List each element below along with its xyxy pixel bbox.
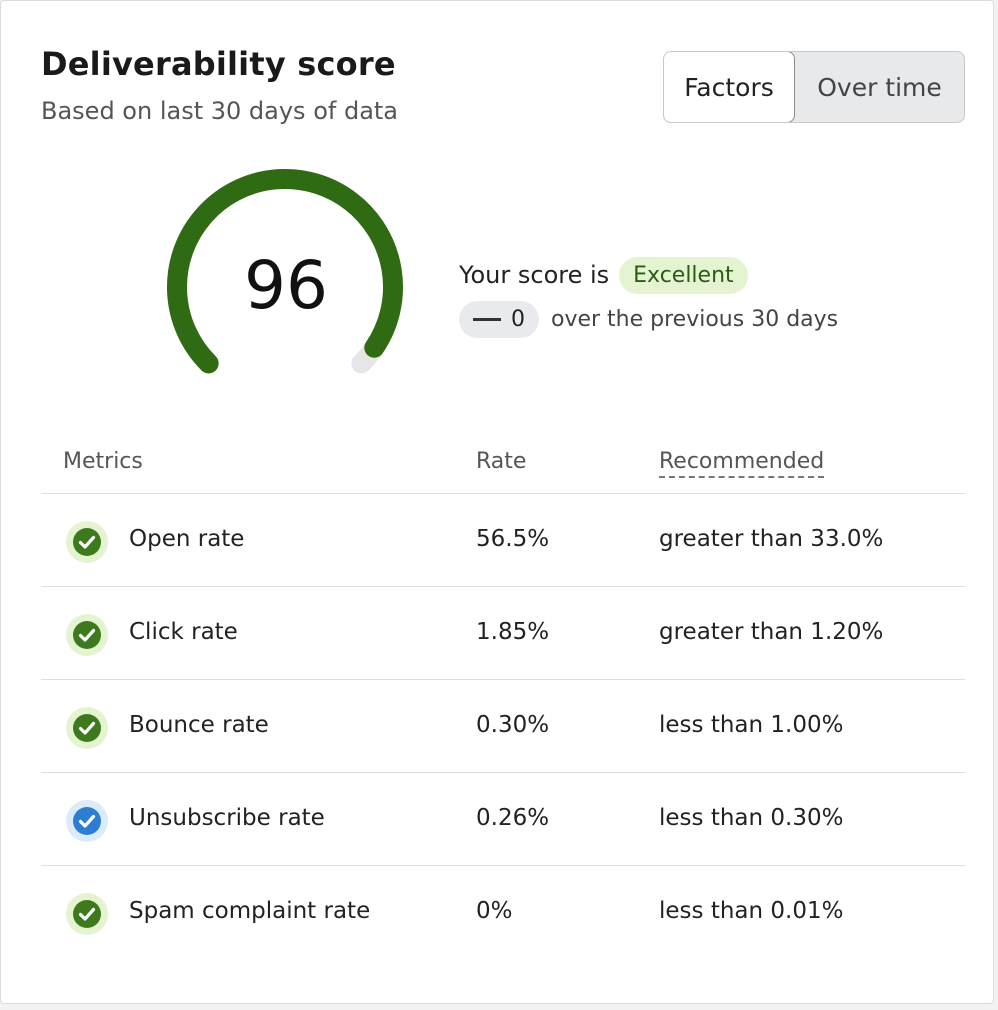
view-toggle: Factors Over time — [663, 51, 965, 123]
score-intro: Your score is — [459, 261, 610, 289]
delta-chip: 0 — [459, 300, 539, 338]
metric-recommended: less than 0.30% — [659, 805, 844, 831]
table-row: Bounce rate 0.30% less than 1.00% — [41, 680, 965, 773]
metric-recommended: greater than 1.20% — [659, 619, 884, 645]
metric-rate: 1.85% — [476, 619, 550, 645]
deliverability-card: Deliverability score Based on last 30 da… — [0, 0, 994, 1004]
metric-recommended: less than 1.00% — [659, 712, 844, 738]
metric-name: Bounce rate — [129, 712, 269, 738]
check-circle-icon — [66, 614, 108, 656]
metric-recommended: less than 0.01% — [659, 898, 844, 924]
score-value: 96 — [244, 247, 328, 324]
metric-rate: 0% — [476, 898, 513, 924]
over-time-tab[interactable]: Over time — [795, 52, 964, 122]
check-circle-icon — [66, 800, 108, 842]
rating-badge: Excellent — [619, 256, 748, 294]
metric-rate: 0.30% — [476, 712, 550, 738]
metrics-table: Metrics Rate Recommended Open rate 56.5% g… — [41, 431, 965, 958]
rate-header: Rate — [476, 449, 527, 474]
score-gauge: 96 — [151, 169, 421, 399]
metric-recommended: greater than 33.0% — [659, 526, 884, 552]
check-circle-icon — [66, 893, 108, 935]
metric-rate: 0.26% — [476, 805, 550, 831]
page-subtitle: Based on last 30 days of data — [41, 97, 399, 125]
score-summary: Your score is Excellent — [459, 253, 748, 297]
table-row: Unsubscribe rate 0.26% less than 0.30% — [41, 773, 965, 866]
dash-icon — [473, 317, 501, 321]
check-circle-icon — [66, 707, 108, 749]
delta-value: 0 — [511, 306, 525, 332]
table-header: Metrics Rate Recommended — [41, 431, 965, 494]
score-change: 0 over the previous 30 days — [459, 297, 838, 341]
table-body: Open rate 56.5% greater than 33.0% Click ra… — [41, 494, 965, 958]
metric-name: Open rate — [129, 526, 245, 552]
page-title: Deliverability score — [41, 45, 396, 83]
metric-name: Spam complaint rate — [129, 898, 371, 924]
table-row: Click rate 1.85% greater than 1.20% — [41, 587, 965, 680]
factors-tab[interactable]: Factors — [664, 52, 795, 122]
recommended-header[interactable]: Recommended — [659, 449, 825, 478]
metric-name: Unsubscribe rate — [129, 805, 325, 831]
check-circle-icon — [66, 521, 108, 563]
delta-text: over the previous 30 days — [551, 306, 839, 332]
table-row: Spam complaint rate 0% less than 0.01% — [41, 866, 965, 958]
metric-name: Click rate — [129, 619, 238, 645]
metric-rate: 56.5% — [476, 526, 550, 552]
table-row: Open rate 56.5% greater than 33.0% — [41, 494, 965, 587]
metrics-header: Metrics — [63, 449, 143, 474]
